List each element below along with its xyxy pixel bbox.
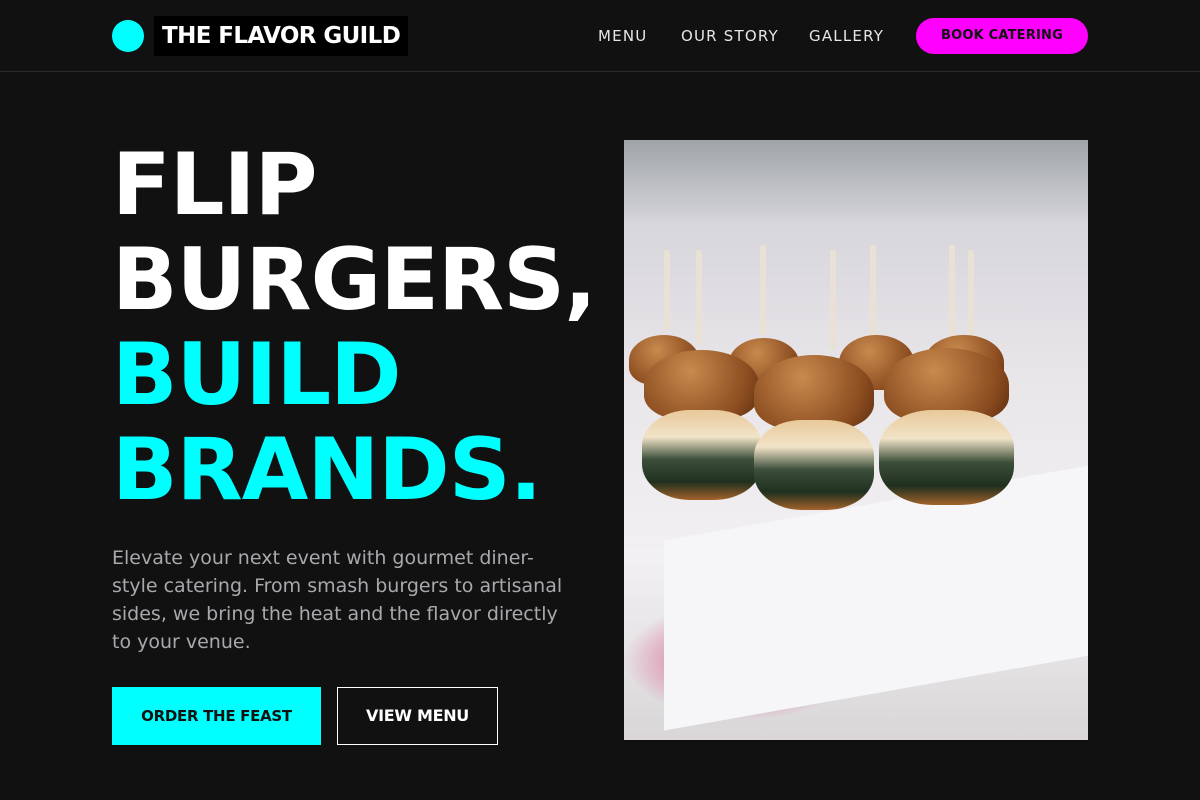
toothpick-icon bbox=[664, 250, 670, 330]
toothpick-icon bbox=[760, 245, 766, 335]
slider-filling bbox=[754, 420, 874, 510]
headline-line-3: BUILD bbox=[112, 325, 402, 425]
toothpick-icon bbox=[949, 245, 955, 350]
nav-link-our-story[interactable]: OUR STORY bbox=[681, 26, 779, 46]
view-menu-button[interactable]: VIEW MENU bbox=[337, 687, 498, 745]
toothpick-icon bbox=[830, 250, 836, 350]
book-catering-button[interactable]: BOOK CATERING bbox=[916, 18, 1088, 54]
toothpick-icon bbox=[696, 250, 702, 345]
serving-plate bbox=[664, 459, 1088, 731]
hero-headline: FLIP BURGERS, BUILD BRANDS. bbox=[112, 138, 642, 518]
toothpick-icon bbox=[870, 245, 876, 335]
slider-filling bbox=[879, 410, 1014, 505]
hero-subtitle: Elevate your next event with gourmet din… bbox=[112, 547, 563, 653]
nav-link-menu[interactable]: MENU bbox=[598, 26, 647, 46]
order-the-feast-button[interactable]: ORDER THE FEAST bbox=[112, 687, 321, 745]
logo-dot-icon[interactable] bbox=[112, 20, 144, 52]
slider-bun bbox=[754, 355, 874, 430]
top-navigation: THE FLAVOR GUILD MENU OUR STORY GALLERY … bbox=[0, 0, 1200, 72]
toothpick-icon bbox=[968, 250, 974, 340]
slider-filling bbox=[642, 410, 762, 500]
nav-link-gallery[interactable]: GALLERY bbox=[809, 26, 884, 46]
slider-burgers-photo bbox=[624, 140, 1088, 740]
brand-logo[interactable]: THE FLAVOR GUILD bbox=[154, 16, 409, 56]
headline-line-4: BRANDS. bbox=[112, 420, 542, 520]
headline-line-2: BURGERS, bbox=[112, 230, 597, 330]
headline-line-1: FLIP bbox=[112, 135, 318, 235]
